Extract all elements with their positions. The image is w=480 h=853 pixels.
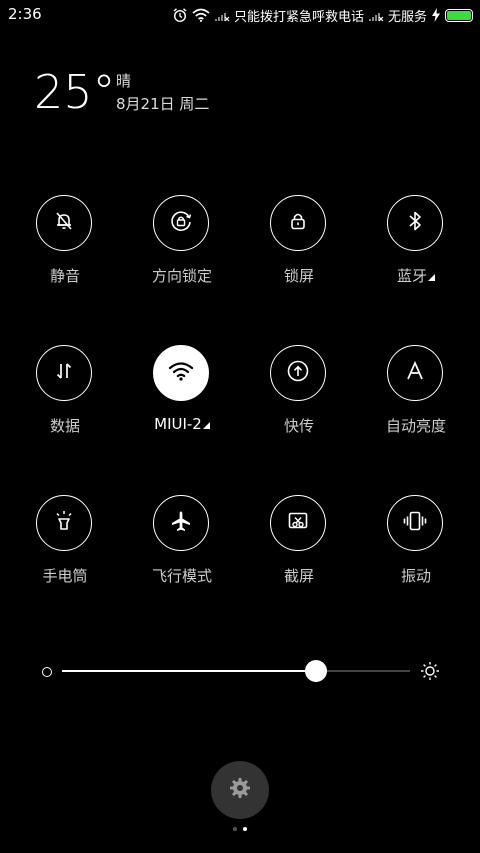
status-icons: 只能拨打紧急呼救电话 无服务 — [172, 4, 473, 26]
carrier-no-service-text: 无服务 — [387, 9, 427, 25]
toggle-label: 方向锁定 — [151, 267, 212, 285]
brightness-slider[interactable] — [40, 656, 445, 686]
toggle-label: 快传 — [283, 417, 314, 435]
toggle-wifi[interactable]: MIUI-2 — [127, 345, 237, 455]
toggle-label: 飞行模式 — [151, 567, 212, 585]
brightness-low-icon — [42, 667, 52, 677]
toggle-label: 截屏 — [283, 567, 314, 585]
toggle-circle[interactable] — [153, 195, 209, 251]
screenshot-icon — [286, 509, 310, 537]
page-dot-1 — [233, 827, 237, 831]
wifi-icon — [192, 8, 210, 22]
rotation-lock-icon — [168, 208, 194, 238]
expand-triangle-icon — [428, 274, 435, 281]
toggle-mobile-data[interactable]: 数据 — [10, 345, 120, 455]
wifi-icon — [168, 360, 194, 386]
toggle-circle[interactable] — [270, 195, 326, 251]
toggle-label: 手电筒 — [42, 567, 88, 585]
bell-off-icon — [52, 209, 76, 237]
temperature: 25° — [34, 65, 116, 119]
flashlight-icon — [51, 508, 77, 538]
battery-fill — [447, 10, 471, 20]
mobile-data-icon — [52, 359, 76, 387]
slider-thumb[interactable] — [305, 660, 328, 682]
toggle-vibrate[interactable]: 振动 — [361, 495, 471, 605]
toggle-label-text: 蓝牙 — [396, 267, 427, 285]
toggle-label: MIUI-2 — [127, 415, 237, 433]
toggle-circle[interactable] — [36, 495, 92, 551]
toggle-label: 静音 — [49, 267, 80, 285]
toggle-circle[interactable] — [387, 195, 443, 251]
weather-condition: 晴 — [116, 72, 132, 90]
page-dot-2 — [243, 827, 247, 831]
toggle-lock-screen[interactable]: 锁屏 — [244, 195, 354, 305]
slider-track[interactable] — [62, 660, 410, 682]
toggle-rotation-lock[interactable]: 方向锁定 — [127, 195, 237, 305]
date-text: 8月21日 周二 — [116, 95, 210, 113]
expand-triangle-icon — [202, 422, 210, 429]
battery-icon — [445, 8, 473, 22]
no-signal-icon — [214, 8, 230, 22]
toggle-screenshot[interactable]: 截屏 — [244, 495, 354, 605]
status-bar: 2:36 只能拨打紧急呼救电话 无服务 — [0, 0, 480, 30]
toggle-label: 蓝牙 — [361, 265, 471, 286]
charging-icon — [431, 8, 441, 22]
toggle-flashlight[interactable]: 手电筒 — [10, 495, 120, 605]
toggle-bluetooth[interactable]: 蓝牙 — [361, 195, 471, 305]
toggle-silent[interactable]: 静音 — [10, 195, 120, 305]
toggle-circle[interactable] — [153, 495, 209, 551]
toggle-circle[interactable] — [387, 345, 443, 401]
toggle-label: 自动亮度 — [385, 417, 446, 435]
lock-icon — [286, 209, 310, 237]
brightness-high-icon — [420, 661, 440, 685]
toggle-circle-active[interactable] — [153, 345, 209, 401]
toggle-circle[interactable] — [270, 345, 326, 401]
toggle-label: 锁屏 — [283, 267, 314, 285]
no-signal-icon-2 — [368, 8, 384, 22]
status-time: 2:36 — [8, 5, 42, 23]
page-indicator — [233, 827, 247, 831]
vibrate-icon — [402, 509, 428, 537]
toggle-fast-transfer[interactable]: 快传 — [244, 345, 354, 455]
airplane-icon — [169, 509, 193, 537]
toggle-auto-brightness[interactable]: 自动亮度 — [361, 345, 471, 455]
toggle-label-text: MIUI-2 — [154, 415, 202, 433]
settings-button[interactable] — [211, 761, 269, 819]
fast-transfer-icon — [285, 358, 311, 388]
gear-icon — [228, 776, 252, 804]
auto-brightness-icon — [403, 359, 427, 387]
toggle-circle[interactable] — [36, 345, 92, 401]
toggle-label: 数据 — [49, 417, 80, 435]
toggle-circle[interactable] — [270, 495, 326, 551]
toggle-circle[interactable] — [387, 495, 443, 551]
alarm-icon — [172, 7, 188, 23]
toggle-circle[interactable] — [36, 195, 92, 251]
toggle-airplane[interactable]: 飞行模式 — [127, 495, 237, 605]
toggle-label: 振动 — [400, 567, 431, 585]
slider-track-fill — [62, 670, 317, 672]
carrier-emergency-text: 只能拨打紧急呼救电话 — [233, 9, 364, 25]
bluetooth-icon — [404, 209, 426, 237]
